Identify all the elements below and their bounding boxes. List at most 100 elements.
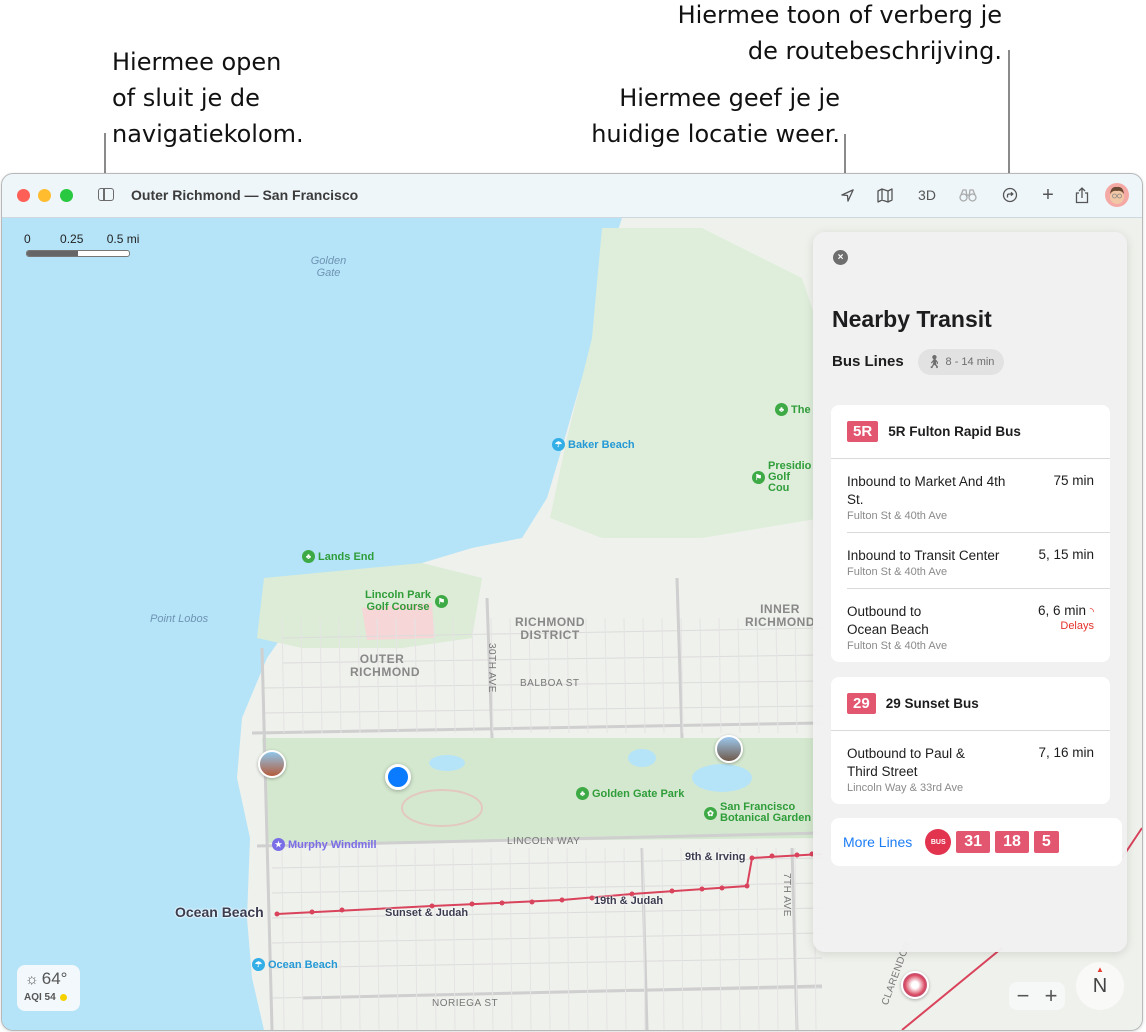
poi-presidio-golf[interactable]: ⚑ Presidio Golf Cou xyxy=(752,461,813,494)
poi-the[interactable]: ♣ The xyxy=(775,403,811,416)
departure-row[interactable]: Inbound to Transit Center Fulton St & 40… xyxy=(847,533,1110,589)
minimize-window-button[interactable] xyxy=(38,189,51,202)
windmill-photo-pin[interactable] xyxy=(258,750,286,778)
departure-row[interactable]: Outbound to Ocean Beach Fulton St & 40th… xyxy=(847,589,1110,662)
poi-ocean-beach[interactable]: ☂ Ocean Beach xyxy=(252,958,338,971)
location-arrow-icon xyxy=(840,188,854,202)
share-button[interactable] xyxy=(1072,184,1092,206)
line-badge[interactable]: 5 xyxy=(1033,831,1059,853)
departure-row[interactable]: Outbound to Paul & Third Street Lincoln … xyxy=(847,731,1110,804)
window-title: Outer Richmond — San Francisco xyxy=(131,187,359,203)
time-value: 7, 16 min xyxy=(1038,745,1094,760)
departure-destination: Inbound to Market And 4th St. xyxy=(847,474,1006,507)
departure-row[interactable]: Inbound to Market And 4th St. Fulton St … xyxy=(847,459,1110,533)
line-header[interactable]: 5R 5R Fulton Rapid Bus xyxy=(831,405,1110,459)
golf-icon: ⚑ xyxy=(435,594,448,608)
district-inner-richmond: INNER RICHMOND xyxy=(745,602,815,629)
route-stop-dot xyxy=(499,900,505,906)
route-stop-dot xyxy=(309,909,315,915)
zoom-in-button[interactable]: + xyxy=(1045,983,1058,1009)
departure-time: 7, 16 min xyxy=(1038,745,1094,760)
water-label-golden-gate: Golden Gate xyxy=(310,255,347,279)
route-stop-dot xyxy=(469,901,475,907)
zoom-window-button[interactable] xyxy=(60,189,73,202)
street-balboa: BALBOA ST xyxy=(520,678,580,689)
poi-lands-end[interactable]: ♣ Lands End xyxy=(302,550,374,563)
line-header[interactable]: 29 29 Sunset Bus xyxy=(831,677,1110,731)
panel-title: Nearby Transit xyxy=(832,306,992,332)
stop-sunset-judah[interactable]: Sunset & Judah xyxy=(385,907,468,919)
poi-botanical-garden[interactable]: ✿ San Francisco Botanical Garden xyxy=(704,802,820,824)
zoom-control: − + xyxy=(1009,982,1065,1010)
route-stop-dot xyxy=(699,886,705,892)
poi-label: Lands End xyxy=(318,550,375,563)
callout-line: huidige locatie weer. xyxy=(591,120,840,148)
stop-19th-judah[interactable]: 19th & Judah xyxy=(594,895,663,907)
poi-murphy-windmill[interactable]: ★ Murphy Windmill xyxy=(272,838,377,851)
3d-button[interactable]: 3D xyxy=(914,184,940,206)
walking-icon: 🚶︎ xyxy=(926,354,943,369)
line-badge: 5R xyxy=(847,421,879,442)
map-canvas[interactable]: 0 0.25 0.5 mi Golden Gate Point Lobos OU… xyxy=(2,218,1142,1030)
sun-icon: ☼ xyxy=(25,970,39,988)
line-name: 5R Fulton Rapid Bus xyxy=(888,424,1021,439)
title-bar: Outer Richmond — San Francisco 3D + xyxy=(2,174,1142,218)
look-around-button[interactable] xyxy=(957,184,979,206)
poi-label: Ocean Beach xyxy=(268,958,338,971)
poi-label: Murphy Windmill xyxy=(288,838,377,851)
callout-line: navigatiekolom. xyxy=(112,120,304,148)
departure-time: 6, 6 min ◝ Delays xyxy=(1038,603,1094,632)
poi-golden-gate-park[interactable]: ♣ Golden Gate Park xyxy=(576,787,684,800)
scale-label: 0 xyxy=(24,232,31,246)
departure-destination: Outbound to Ocean Beach xyxy=(847,604,929,637)
star-icon: ★ xyxy=(272,838,285,851)
close-panel-button[interactable]: × xyxy=(833,250,848,265)
route-stop-dot xyxy=(749,855,755,861)
maps-window: Outer Richmond — San Francisco 3D + 0 0.… xyxy=(1,173,1143,1031)
map-mode-button[interactable] xyxy=(875,184,895,206)
street-30th-ave: 30TH AVE xyxy=(486,643,497,693)
line-badge[interactable]: 31 xyxy=(956,831,991,853)
callout-leader-directions xyxy=(1008,50,1010,178)
directions-button[interactable] xyxy=(1000,184,1020,206)
line-badge[interactable]: 18 xyxy=(995,831,1029,853)
account-avatar[interactable] xyxy=(1105,183,1129,207)
sutro-tower-photo-pin[interactable] xyxy=(901,971,929,999)
scale-labels: 0 0.25 0.5 mi xyxy=(24,232,139,246)
golf-icon: ⚑ xyxy=(752,471,765,484)
poi-label: Golden Gate Park xyxy=(592,787,685,800)
time-value: 6, 6 min xyxy=(1037,603,1086,618)
tower-photo-pin[interactable] xyxy=(715,735,743,763)
north-marker-icon: ▲ xyxy=(1096,965,1104,974)
departure-time: 75 min xyxy=(1053,473,1094,488)
route-stop-dot xyxy=(529,899,535,905)
add-button[interactable]: + xyxy=(1038,184,1058,206)
beach-umbrella-icon: ☂ xyxy=(252,958,265,971)
directions-icon xyxy=(1002,187,1018,203)
callout-sidebar: Hiermee open of sluit je de navigatiekol… xyxy=(112,44,304,152)
weather-widget[interactable]: ☼ 64° AQI 54 xyxy=(17,965,80,1011)
more-lines-link[interactable]: More Lines xyxy=(843,834,912,850)
current-location-button[interactable] xyxy=(837,184,857,206)
poi-baker-beach[interactable]: ☂ Baker Beach xyxy=(552,438,635,451)
route-stop-dot xyxy=(559,897,565,903)
callout-line: de routebeschrijving. xyxy=(747,37,1002,65)
plus-icon: + xyxy=(1042,183,1054,206)
route-stop-dot xyxy=(769,853,775,859)
stop-ocean-beach[interactable]: Ocean Beach xyxy=(175,904,264,920)
poi-label: Baker Beach xyxy=(568,438,635,451)
tree-icon: ♣ xyxy=(302,550,315,563)
compass-button[interactable]: ▲ N xyxy=(1076,962,1124,1010)
scale-label: 0.5 mi xyxy=(106,232,140,246)
street-noriega: NORIEGA ST xyxy=(432,998,499,1009)
sidebar-toggle-icon[interactable] xyxy=(98,188,114,201)
stop-9th-irving[interactable]: 9th & Irving xyxy=(685,851,746,863)
zoom-out-button[interactable]: − xyxy=(1017,983,1030,1009)
route-stop-dot xyxy=(744,883,750,889)
poi-lincoln-park[interactable]: Lincoln Park Golf Course ⚑ xyxy=(364,589,448,613)
aqi-value: AQI 54 xyxy=(24,992,56,1003)
close-window-button[interactable] xyxy=(17,189,30,202)
district-outer-richmond: OUTER RICHMOND xyxy=(350,652,420,679)
departure-destination: Inbound to Transit Center xyxy=(847,548,1000,563)
section-title: Bus Lines xyxy=(832,353,904,370)
